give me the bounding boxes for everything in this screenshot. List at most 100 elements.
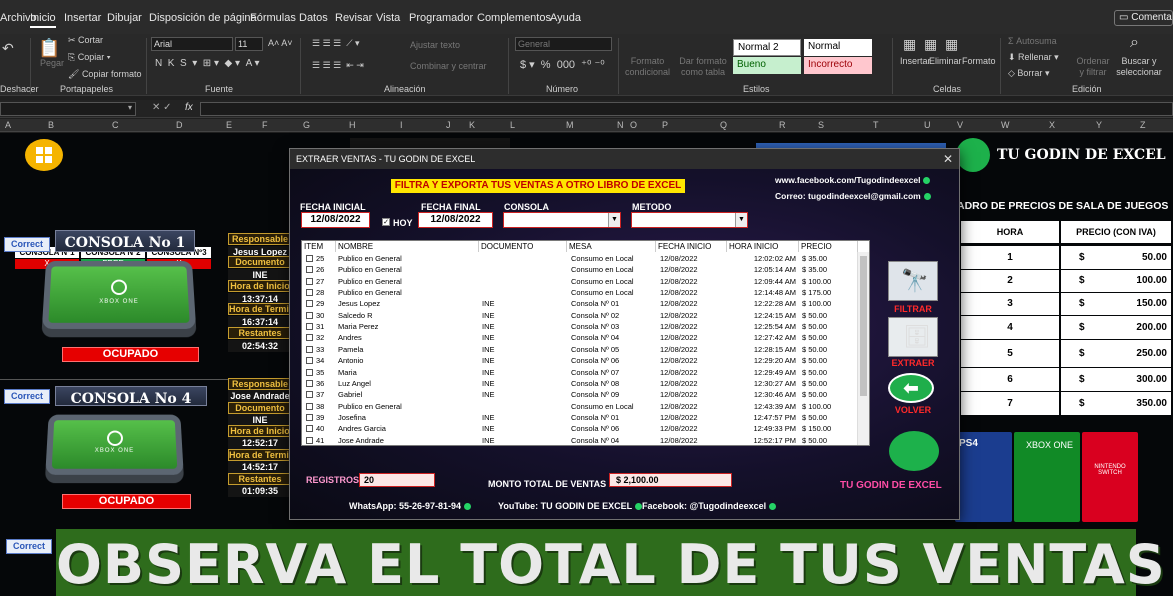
row-checkbox[interactable]	[306, 368, 313, 376]
listbox-row[interactable]: 29 Jesus Lopez INE Consola Nº 01 12/08/2022 1…	[302, 298, 858, 309]
cancel-enter-icons[interactable]: ✕ ✓	[152, 102, 172, 113]
cut-button[interactable]: ✂ Cortar	[68, 35, 103, 46]
listbox-row[interactable]: 35 Maria INE Consola Nº 07 12/08/2022 12:29:4…	[302, 367, 858, 378]
listbox-header[interactable]: ITEM	[302, 241, 336, 252]
fecha-final-input[interactable]: 12/08/2022	[418, 212, 493, 228]
paste-icon[interactable]: 📋	[38, 38, 60, 59]
column-header[interactable]: H	[349, 120, 356, 130]
column-header[interactable]: G	[303, 120, 310, 130]
row-checkbox[interactable]	[306, 413, 313, 421]
listbox-row[interactable]: 36 Luz Angel INE Consola Nº 08 12/08/2022 12:…	[302, 378, 858, 389]
menu-data[interactable]: Datos	[299, 12, 328, 24]
listbox-row[interactable]: 27 Publico en General Consumo en Local 12/0…	[302, 276, 858, 287]
menu-formulas[interactable]: Fórmulas	[250, 12, 296, 24]
row-checkbox[interactable]	[306, 255, 313, 262]
comments-button[interactable]: ▭ Comentarios	[1114, 10, 1173, 26]
row-checkbox[interactable]	[306, 277, 313, 285]
font-size-select[interactable]: 11	[235, 37, 263, 51]
listbox-header[interactable]: HORA INICIO	[727, 241, 799, 252]
row-checkbox[interactable]	[306, 402, 313, 410]
column-header[interactable]: K	[469, 120, 475, 130]
listbox-header[interactable]: MESA	[567, 241, 656, 252]
row-checkbox[interactable]	[306, 266, 313, 274]
row-checkbox[interactable]	[306, 436, 313, 444]
row-checkbox[interactable]	[306, 334, 313, 342]
listbox-row[interactable]: 32 Andres INE Consola Nº 04 12/08/2022 12:27:…	[302, 332, 858, 343]
font-name-select[interactable]: Arial	[151, 37, 233, 51]
column-header[interactable]: P	[662, 120, 668, 130]
autosum-button[interactable]: Σ Autosuma	[1008, 36, 1057, 46]
row-checkbox[interactable]	[306, 379, 313, 387]
clear-button[interactable]: ◇ Borrar ▾	[1008, 68, 1049, 79]
column-header[interactable]: X	[1049, 120, 1055, 130]
row-checkbox[interactable]	[306, 391, 313, 399]
column-header[interactable]: J	[446, 120, 451, 130]
column-header[interactable]: B	[48, 120, 54, 130]
undo-icon[interactable]: ↶	[2, 40, 14, 57]
menu-review[interactable]: Revisar	[335, 12, 372, 24]
style-normal2[interactable]: Normal 2	[733, 39, 801, 56]
correct-button-4[interactable]: Correct	[4, 389, 50, 404]
column-header[interactable]: D	[176, 120, 183, 130]
row-checkbox[interactable]	[306, 425, 313, 433]
listbox-row[interactable]: 31 Maria Perez INE Consola Nº 03 12/08/2022 1…	[302, 321, 858, 332]
listbox-row[interactable]: 39 Josefina INE Consola Nº 01 12/08/2022 12:4…	[302, 412, 858, 423]
menu-help[interactable]: Ayuda	[550, 12, 581, 24]
align-top-icons[interactable]: ☰ ☰ ☰ ⟋ ▾	[312, 38, 360, 49]
merge-center-button[interactable]: Combinar y centrar	[410, 61, 487, 71]
correct-button-1[interactable]: Correct	[4, 237, 50, 252]
column-header[interactable]: A	[5, 120, 11, 130]
listbox-header[interactable]: DOCUMENTO	[479, 241, 567, 252]
column-header[interactable]: Y	[1096, 120, 1102, 130]
listbox-row[interactable]: 34 Antonio INE Consola Nº 06 12/08/2022 12:29…	[302, 355, 858, 366]
copy-button[interactable]: ⎘ Copiar ▾	[68, 52, 111, 63]
listbox-row[interactable]: 30 Salcedo R INE Consola Nº 02 12/08/2022 12:…	[302, 310, 858, 321]
number-format-icons[interactable]: $ ▾ % 000 ⁺⁰ ⁻⁰	[520, 58, 605, 71]
formula-input[interactable]	[200, 102, 1173, 116]
filtrar-button[interactable]: 🔭	[888, 261, 938, 301]
fecha-inicial-input[interactable]: 12/08/2022	[301, 212, 370, 228]
fx-icon[interactable]: fx	[185, 102, 193, 113]
menu-insert[interactable]: Insertar	[64, 12, 101, 24]
column-header[interactable]: N	[617, 120, 624, 130]
listbox-row[interactable]: 28 Publico en General Consumo en Local 12/0…	[302, 287, 858, 298]
menu-view[interactable]: Vista	[376, 12, 400, 24]
listbox-header[interactable]: PRECIO	[799, 241, 858, 252]
menu-draw[interactable]: Dibujar	[107, 12, 142, 24]
listbox-row[interactable]: 25 Publico en General Consumo en Local 12/0…	[302, 253, 858, 264]
column-header[interactable]: S	[818, 120, 824, 130]
fill-button[interactable]: ⬇ Rellenar ▾	[1008, 52, 1059, 63]
row-checkbox[interactable]	[306, 289, 313, 297]
menu-addins[interactable]: Complementos	[477, 12, 551, 24]
row-checkbox[interactable]	[306, 323, 313, 331]
style-normal[interactable]: Normal	[804, 39, 872, 56]
column-header[interactable]: V	[957, 120, 963, 130]
font-style-icons[interactable]: N K S ▾ ⊞ ▾ ◆ ▾ A ▾	[155, 58, 260, 69]
column-header[interactable]: E	[226, 120, 232, 130]
listbox-row[interactable]: 38 Publico en General Consumo en Local 12/0…	[302, 401, 858, 412]
menu-layout[interactable]: Disposición de página	[149, 12, 257, 24]
column-header[interactable]: Z	[1140, 120, 1146, 130]
listbox-row[interactable]: 40 Andres Garcia INE Consola Nº 06 12/08/202…	[302, 423, 858, 434]
find-select-button[interactable]: Buscar y seleccionar	[1116, 56, 1162, 78]
conditional-format-button[interactable]: Formato condicional	[625, 56, 670, 78]
name-box[interactable]: ▾	[0, 102, 136, 116]
column-header[interactable]: M	[566, 120, 574, 130]
facebook-link[interactable]: www.facebook.com/Tugodindeexcel	[775, 175, 931, 185]
column-header[interactable]: R	[779, 120, 786, 130]
sort-filter-button[interactable]: Ordenar y filtrar	[1073, 56, 1113, 78]
menu-home[interactable]: Inicio	[30, 12, 56, 28]
extraer-button[interactable]: 🗄	[888, 317, 938, 357]
apps-icon[interactable]	[25, 139, 63, 171]
row-checkbox[interactable]	[306, 311, 313, 319]
correct-button-7[interactable]: Correct	[6, 539, 52, 554]
format-as-table-button[interactable]: Dar formato como tabla	[678, 56, 728, 78]
listbox-scrollbar[interactable]	[857, 252, 869, 445]
listbox-row[interactable]: 26 Publico en General Consumo en Local 12/0…	[302, 264, 858, 275]
column-header[interactable]: C	[112, 120, 119, 130]
copy-format-button[interactable]: 🖌 Copiar formato	[68, 69, 141, 80]
consola-select[interactable]: ▼	[503, 212, 621, 228]
listbox-header[interactable]: FECHA INICIO	[656, 241, 727, 252]
align-icons[interactable]: ☰ ☰ ☰ ⇤ ⇥	[312, 60, 364, 71]
listbox-row[interactable]: 41 Jose Andrade INE Consola Nº 04 12/08/2022…	[302, 435, 858, 445]
